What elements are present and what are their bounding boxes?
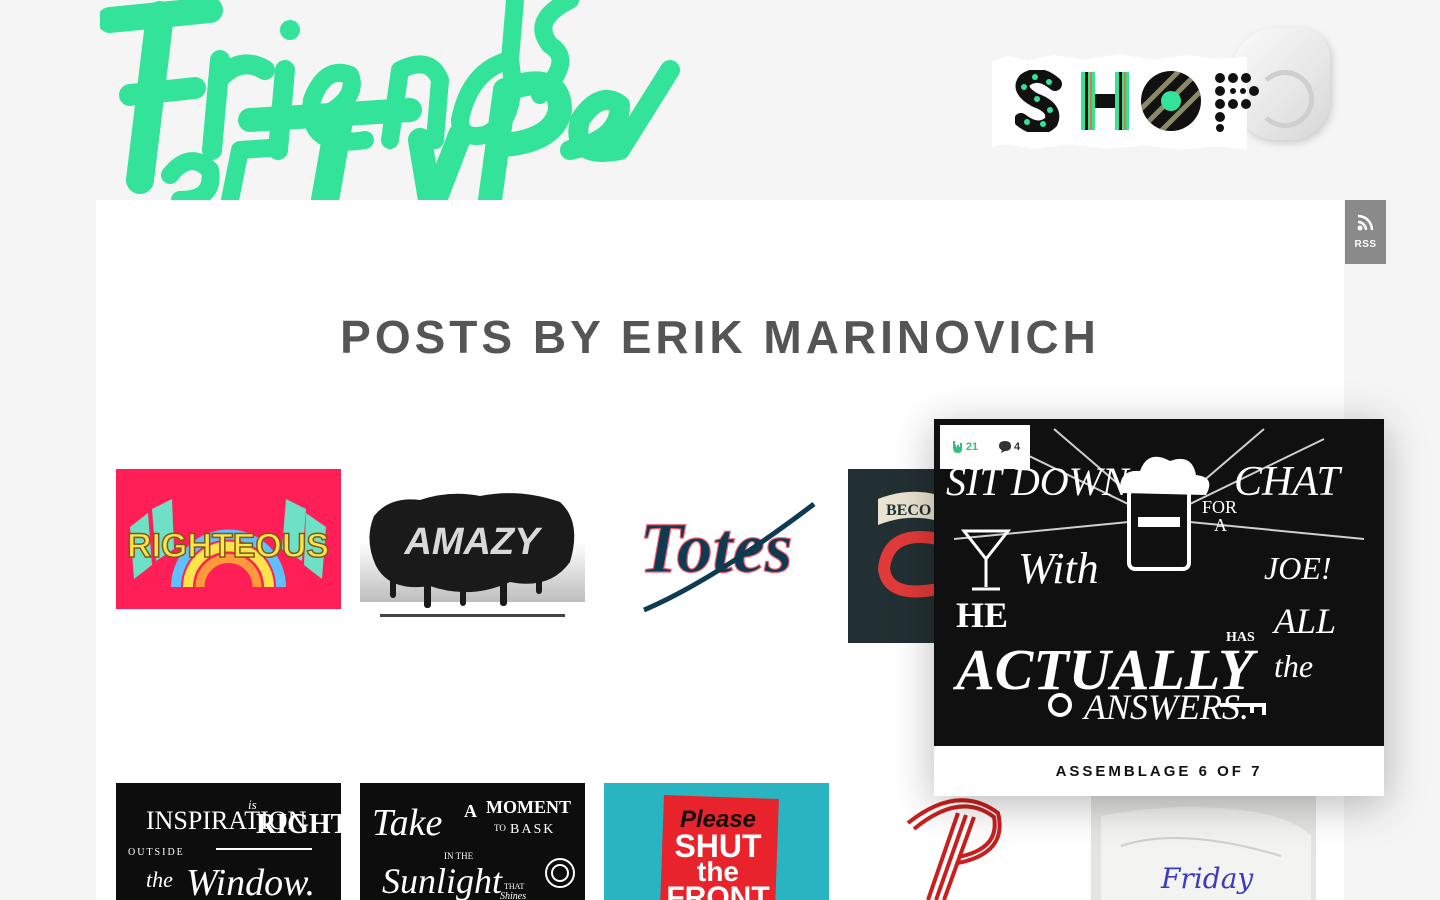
post-art-line: RIGHT (256, 809, 341, 840)
post-art-line: MOMENT (486, 797, 571, 817)
post-hover-card[interactable]: SIT DOWN FOR A CHAT With JOE! HE ACTUALL… (934, 419, 1384, 796)
shop-letter-s (1008, 70, 1070, 132)
post-thumb-become[interactable]: BECO (848, 469, 938, 643)
hover-art-line: JOE! (1264, 550, 1332, 586)
post-art-line: Window. (186, 862, 315, 900)
post-art-text: RIGHTEOUS (127, 527, 329, 565)
rss-button[interactable]: RSS (1345, 200, 1386, 264)
post-thumb-p[interactable]: P (848, 783, 1073, 900)
hover-art-line: CHAT (1234, 459, 1342, 505)
likes-value: 21 (965, 441, 979, 453)
post-thumb-totes[interactable]: Totes (604, 470, 829, 630)
post-hover-art[interactable]: SIT DOWN FOR A CHAT With JOE! HE ACTUALL… (934, 419, 1384, 746)
hover-art-line: HAS (1226, 630, 1255, 645)
post-thumb-righteous[interactable]: RIGHTEOUS (116, 469, 341, 609)
post-art-line: FRONT (666, 881, 769, 900)
shop-letter-p (1206, 70, 1268, 132)
post-art-text: Friday (1160, 862, 1254, 895)
post-art-line: A (464, 801, 477, 821)
likes-count[interactable]: 21 (950, 440, 978, 454)
shop-badge[interactable] (990, 28, 1335, 153)
shop-letter-o (1140, 70, 1202, 132)
hover-art-line: HE (956, 595, 1008, 635)
post-art-line: Shines (500, 891, 526, 900)
post-thumb-take-a-moment[interactable]: Take A MOMENT TO BASK IN THE Sunlight TH… (360, 783, 585, 900)
post-art-line: TO (494, 823, 506, 833)
rss-icon (1356, 214, 1376, 237)
rock-hand-icon (952, 441, 962, 453)
hover-art-line: A (1214, 515, 1227, 535)
post-art-line: OUTSIDE (128, 847, 185, 858)
post-art-line: IN THE (444, 851, 474, 861)
post-art-line: THAT (504, 882, 525, 891)
hover-art-line: the (1274, 648, 1313, 684)
comments-count[interactable]: 4 (998, 440, 1020, 454)
post-art-text: BECO (886, 502, 931, 519)
post-art-text: P (848, 783, 849, 784)
post-caption[interactable]: ASSEMBLAGE 6 OF 7 (934, 746, 1384, 796)
comments-value: 4 (1013, 441, 1021, 453)
shop-label (1008, 70, 1268, 132)
speech-bubble-icon (998, 441, 1011, 453)
post-thumb-inspiration[interactable]: INSPIRATION is RIGHT OUTSIDE the Window. (116, 783, 341, 900)
post-stats: 21 4 (940, 425, 1030, 469)
hover-art-line: ALL (1272, 601, 1336, 641)
post-thumb-please-shut[interactable]: Please SHUT the FRONT (604, 783, 829, 900)
hover-art-line: With (1018, 544, 1099, 593)
post-art-text: AMAZY (403, 521, 543, 563)
post-art-line: Take (372, 802, 443, 844)
post-art-line: Sunlight (382, 861, 503, 900)
post-art-line: BASK (510, 822, 555, 837)
post-art-text: Totes (639, 508, 792, 588)
rss-label: RSS (1354, 239, 1377, 250)
page-title: POSTS BY ERIK MARINOVICH (340, 311, 1100, 363)
shop-letter-h (1074, 70, 1136, 132)
site-logo[interactable] (100, 0, 680, 200)
post-art-line: the (146, 867, 173, 892)
hover-art-line: FOR (1202, 497, 1237, 517)
post-thumb-friday[interactable]: Friday (1091, 796, 1316, 900)
post-thumb-amazy[interactable]: AMAZY (360, 482, 585, 622)
